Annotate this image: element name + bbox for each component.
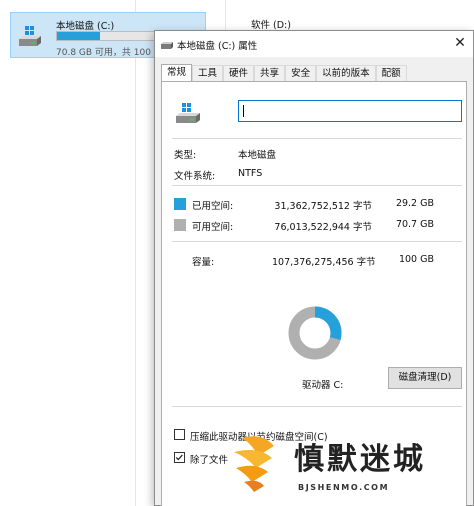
type-label: 类型: bbox=[174, 150, 197, 161]
watermark-text: 慎默迷城 bbox=[294, 442, 426, 477]
index-checkbox[interactable] bbox=[174, 452, 185, 463]
dialog-titlebar[interactable]: 本地磁盘 (C:) 属性 ✕ bbox=[155, 31, 473, 57]
divider bbox=[172, 241, 462, 242]
used-space-bytes: 31,362,752,512 字节 bbox=[274, 201, 372, 212]
tab-previous-versions[interactable]: 以前的版本 bbox=[316, 65, 376, 82]
drive-c-usage-fill bbox=[57, 32, 100, 40]
dialog-title: 本地磁盘 (C:) 属性 bbox=[177, 41, 258, 52]
used-space-swatch bbox=[174, 198, 186, 210]
tab-security[interactable]: 安全 bbox=[285, 65, 317, 82]
divider bbox=[172, 406, 462, 407]
tab-general[interactable]: 常规 bbox=[161, 64, 193, 82]
capacity-size: 100 GB bbox=[398, 254, 434, 265]
capacity-label: 容量: bbox=[192, 257, 215, 268]
used-space-size: 29.2 GB bbox=[395, 198, 434, 209]
disk-usage-donut bbox=[288, 306, 342, 360]
watermark-subtext: BJSHENMO.COM bbox=[298, 483, 390, 492]
drive-c-free-text: 70.8 GB 可用，共 100 GB bbox=[56, 48, 167, 58]
disk-cleanup-button[interactable]: 磁盘清理(D) bbox=[388, 367, 462, 389]
drive-d-name[interactable]: 软件 (D:) bbox=[251, 17, 291, 31]
tab-hardware[interactable]: 硬件 bbox=[223, 65, 255, 82]
drive-icon bbox=[161, 42, 173, 49]
filesystem-label: 文件系统: bbox=[174, 171, 216, 182]
filesystem-value: NTFS bbox=[238, 168, 263, 179]
text-caret bbox=[243, 105, 244, 117]
watermark-logo: 慎默迷城 BJSHENMO.COM bbox=[228, 432, 474, 504]
divider bbox=[172, 185, 462, 186]
divider bbox=[172, 138, 462, 139]
compress-checkbox[interactable] bbox=[174, 429, 185, 440]
capacity-bytes: 107,376,275,456 字节 bbox=[272, 257, 376, 268]
used-space-label: 已用空间: bbox=[192, 201, 234, 212]
hard-drive-icon bbox=[19, 26, 41, 46]
column-divider bbox=[135, 0, 136, 506]
index-label: 除了文件 bbox=[190, 455, 229, 466]
flame-logo-icon bbox=[234, 436, 274, 492]
free-space-size: 70.7 GB bbox=[395, 219, 434, 230]
tab-strip: 常规 工具 硬件 共享 安全 以前的版本 配额 bbox=[161, 64, 407, 82]
volume-label-input[interactable] bbox=[238, 100, 462, 122]
drive-c-name: 本地磁盘 (C:) bbox=[56, 21, 115, 32]
checkmark-icon bbox=[175, 454, 183, 461]
free-space-bytes: 76,013,522,944 字节 bbox=[274, 222, 372, 233]
hard-drive-icon bbox=[176, 103, 200, 123]
tab-tools[interactable]: 工具 bbox=[192, 65, 224, 82]
drive-letter-label: 驱动器 C: bbox=[302, 380, 344, 391]
tab-sharing[interactable]: 共享 bbox=[254, 65, 286, 82]
type-value: 本地磁盘 bbox=[238, 150, 277, 161]
free-space-label: 可用空间: bbox=[192, 222, 234, 233]
tab-quota[interactable]: 配额 bbox=[375, 65, 407, 82]
close-button[interactable]: ✕ bbox=[451, 34, 469, 52]
free-space-swatch bbox=[174, 219, 186, 231]
